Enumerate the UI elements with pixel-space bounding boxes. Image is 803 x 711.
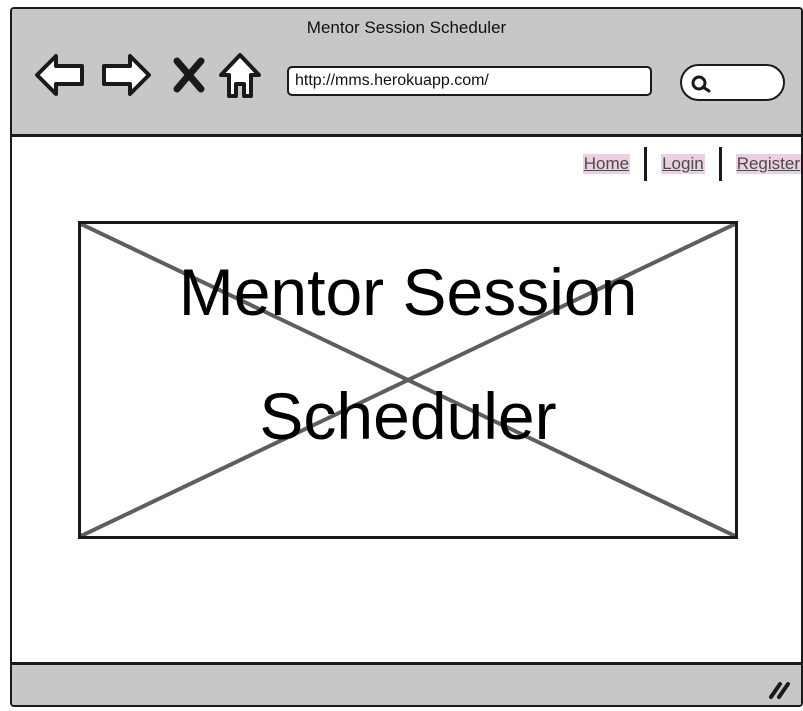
nav-link-login[interactable]: Login <box>661 154 705 174</box>
nav-link-register[interactable]: Register <box>735 154 801 174</box>
nav-separator <box>718 147 722 181</box>
back-button[interactable] <box>34 52 86 103</box>
forward-button[interactable] <box>100 52 152 103</box>
home-button[interactable] <box>217 51 263 106</box>
search-box[interactable] <box>680 64 785 101</box>
home-icon <box>219 53 261 98</box>
url-input[interactable]: http://mms.herokuapp.com/ <box>287 66 652 96</box>
stop-button[interactable] <box>172 57 206 98</box>
resize-handle-icon[interactable] <box>767 678 793 700</box>
nav-separator <box>644 147 648 181</box>
search-icon <box>691 75 711 93</box>
nav-link-home[interactable]: Home <box>582 154 631 174</box>
browser-window: Mentor Session Scheduler http://mms.hero… <box>10 7 803 707</box>
hero-image-placeholder: Mentor Session Scheduler <box>78 221 738 539</box>
hero-title: Mentor Session Scheduler <box>178 255 638 453</box>
browser-titlebar: Mentor Session Scheduler http://mms.hero… <box>12 9 801 137</box>
status-bar <box>12 662 801 705</box>
arrow-left-icon <box>35 54 84 96</box>
close-icon <box>173 57 205 93</box>
top-nav: Home Login Register <box>582 147 801 181</box>
arrow-right-icon <box>102 54 151 96</box>
window-title: Mentor Session Scheduler <box>306 18 507 37</box>
